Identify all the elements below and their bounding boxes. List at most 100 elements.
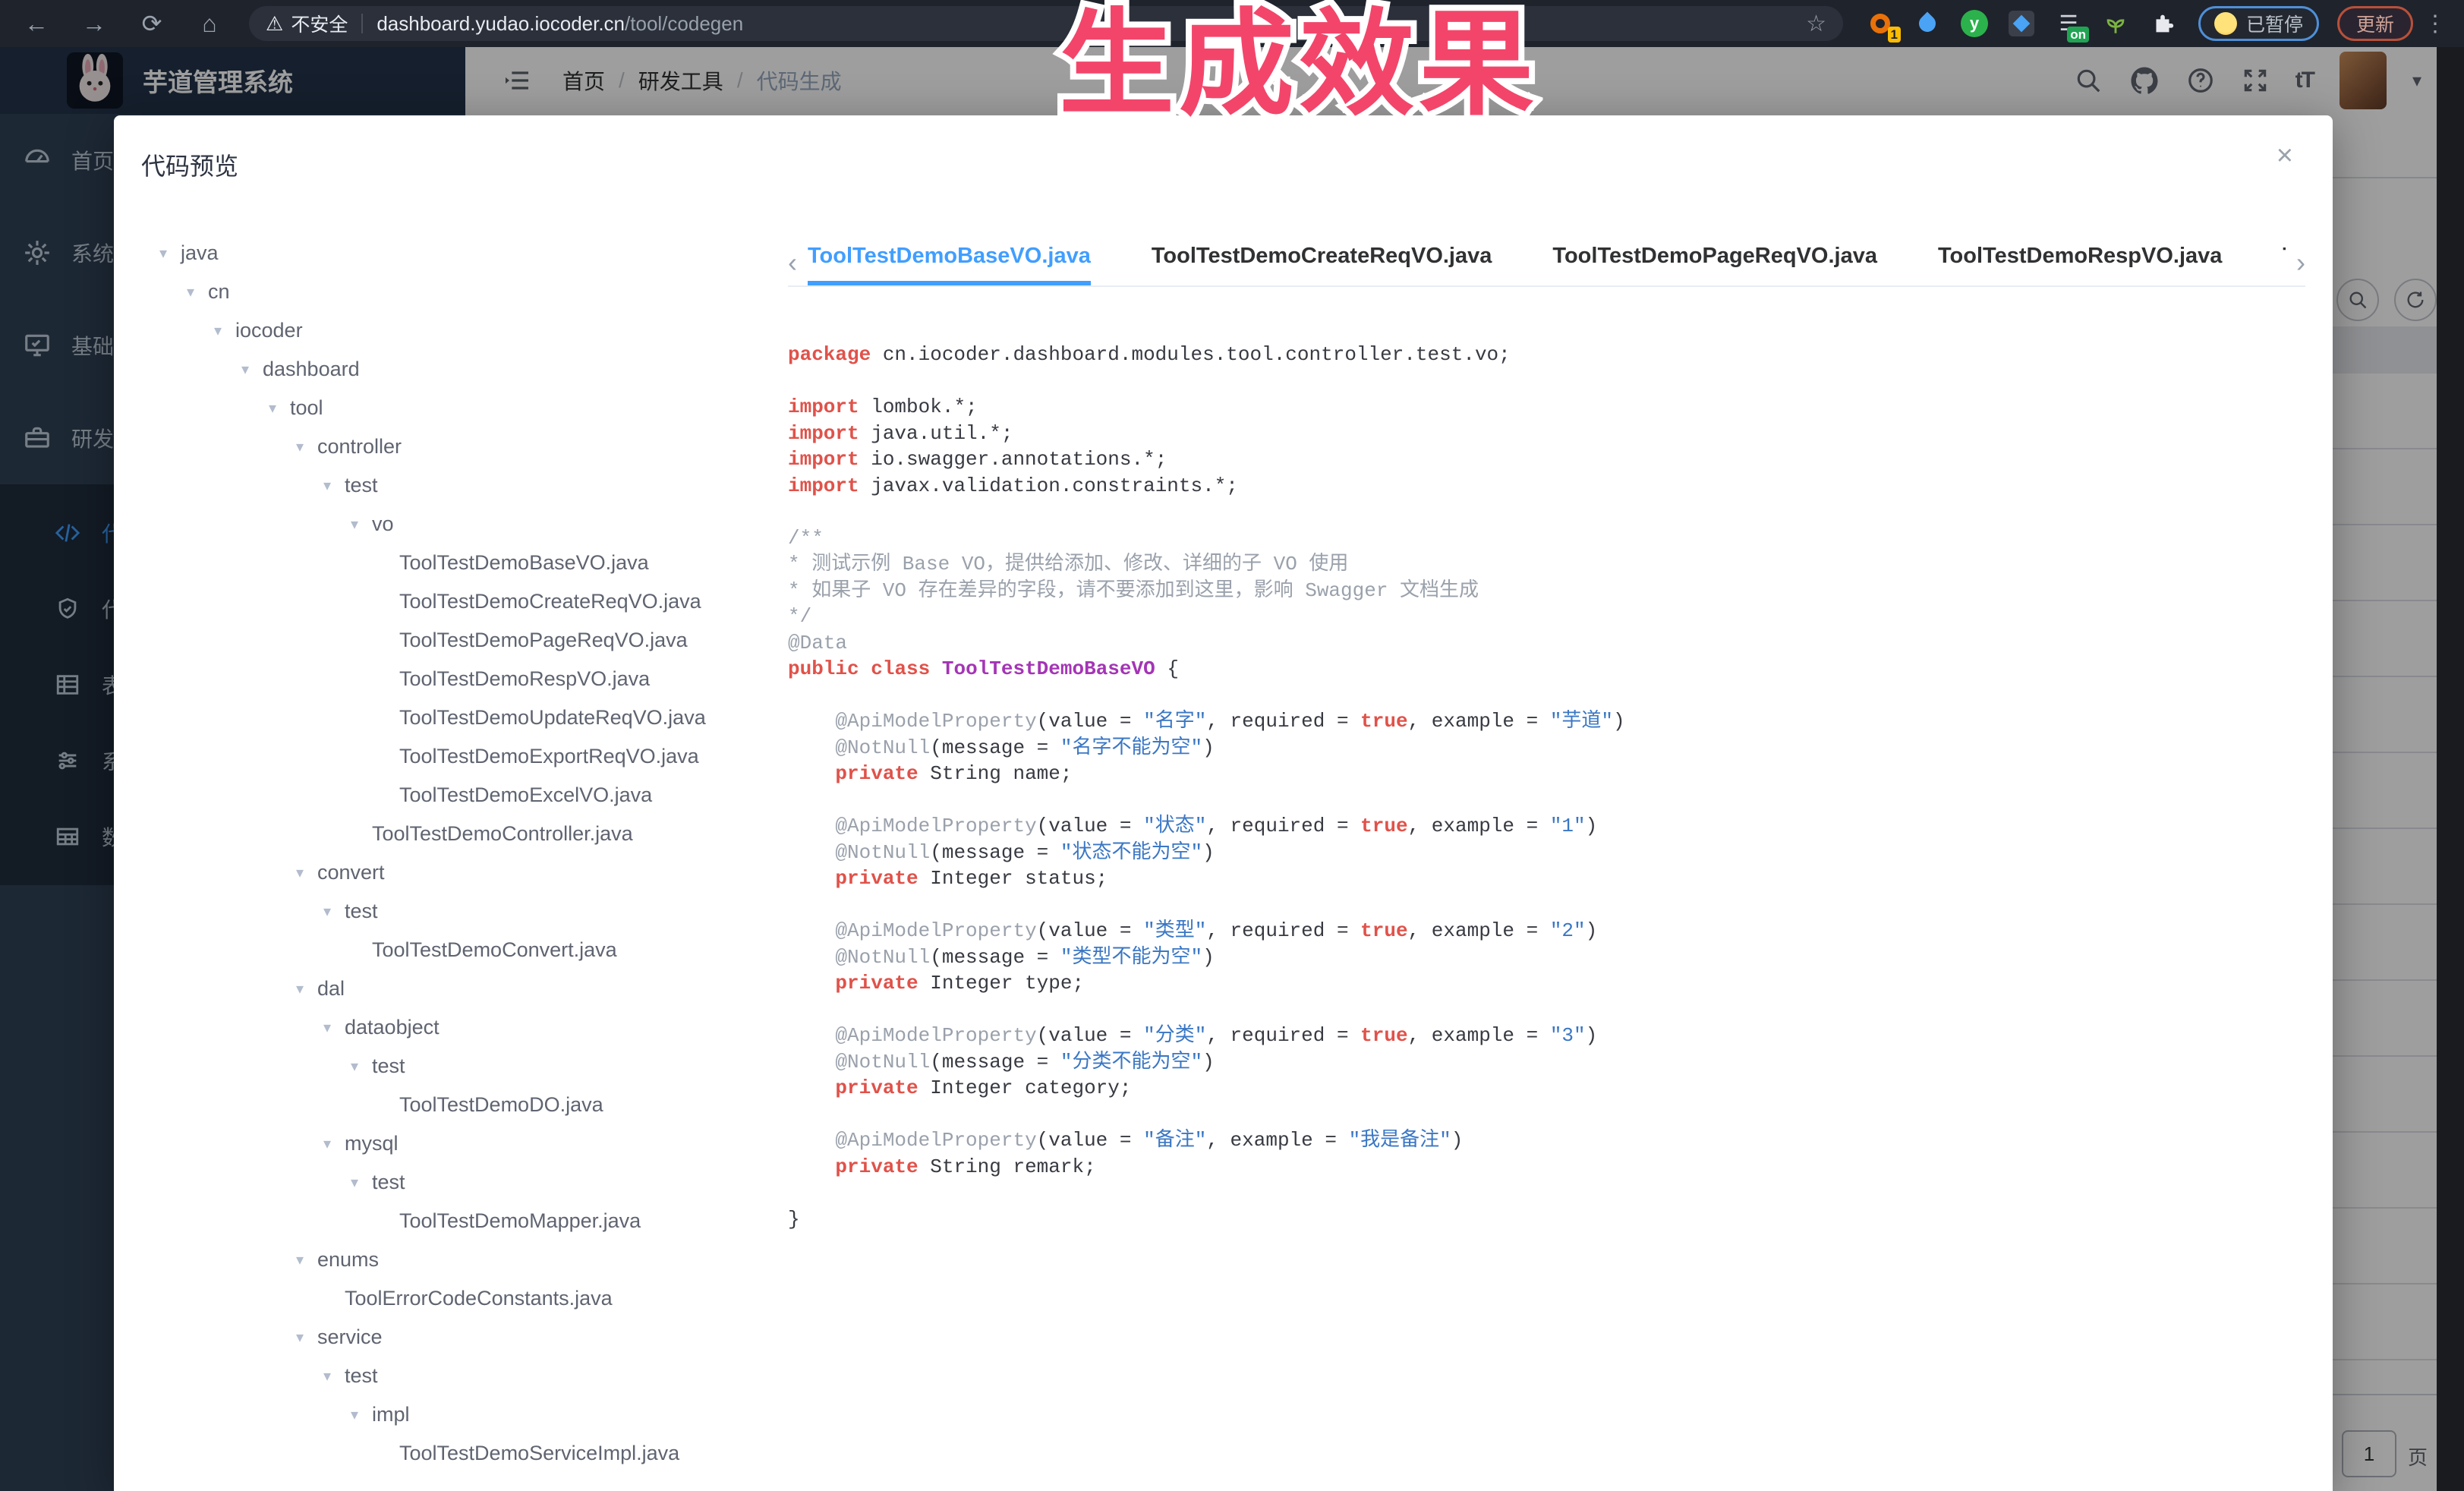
code-line: /** xyxy=(788,525,2305,552)
code-file-tab[interactable]: ToolTestDemoPageReqVO.java xyxy=(1552,244,1877,285)
extension-orange-ring-icon[interactable]: 1 xyxy=(1864,8,1896,39)
tree-folder[interactable]: ▾dashboard xyxy=(135,350,773,389)
code-line: import javax.validation.constraints.*; xyxy=(788,473,2305,500)
tree-expand-caret-icon: ▾ xyxy=(310,1366,345,1385)
tree-node-label: dataobject xyxy=(345,1016,440,1039)
tree-folder[interactable]: ▾mysql xyxy=(135,1124,773,1163)
tree-file[interactable]: ToolTestDemoExportReqVO.java xyxy=(135,737,773,776)
extension-sprout-icon[interactable] xyxy=(2100,8,2132,39)
tree-node-label: mysql xyxy=(345,1132,399,1155)
tree-folder[interactable]: ▾impl xyxy=(135,1395,773,1434)
code-line xyxy=(788,368,2305,395)
tree-node-label: enums xyxy=(317,1248,379,1272)
code-line xyxy=(788,997,2305,1023)
code-line: private String remark; xyxy=(788,1154,2305,1181)
extension-green-y-icon[interactable]: y xyxy=(1958,8,1990,39)
not-secure-label[interactable]: 不安全 xyxy=(291,10,348,37)
code-file-tab[interactable]: ToolTestDemoRespVO.java xyxy=(1938,244,2222,285)
extension-diamond-icon[interactable] xyxy=(2006,8,2037,39)
tree-expand-caret-icon: ▾ xyxy=(173,282,208,301)
tree-file[interactable]: ToolTestDemoBaseVO.java xyxy=(135,544,773,582)
close-icon[interactable]: × xyxy=(2277,141,2293,170)
url-bar[interactable]: ⚠ 不安全 dashboard.yudao.iocoder.cn /tool/c… xyxy=(249,6,1843,41)
tree-folder[interactable]: ▾dal xyxy=(135,969,773,1008)
file-tree: ▾java▾cn▾iocoder▾dashboard▾tool▾controll… xyxy=(135,234,773,1491)
tree-file[interactable]: ToolTestDemoController.java xyxy=(135,815,773,853)
code-line: @ApiModelProperty(value = "类型", required… xyxy=(788,918,2305,944)
tree-file[interactable]: ToolTestDemoServiceImpl.java xyxy=(135,1434,773,1473)
reload-icon[interactable]: ⟳ xyxy=(131,9,173,38)
code-line: * 如果子 VO 存在差异的字段，请不要添加到这里，影响 Swagger 文档生… xyxy=(788,578,2305,604)
paused-extension-button[interactable]: 已暂停 xyxy=(2198,6,2319,41)
code-file-tab[interactable]: ToolTestDemoCreateReqVO.java xyxy=(1152,244,1492,285)
browser-menu-icon[interactable]: ⋮ xyxy=(2424,11,2447,37)
tree-folder[interactable]: ▾tool xyxy=(135,389,773,427)
forward-icon[interactable]: → xyxy=(73,10,115,38)
tree-folder[interactable]: ▾service xyxy=(135,1318,773,1357)
extension-list-icon[interactable]: ☰ on xyxy=(2053,8,2084,39)
tree-node-label: ToolTestDemoPageReqVO.java xyxy=(399,629,688,652)
tree-node-label: ToolTestDemoRespVO.java xyxy=(399,667,650,691)
code-line: @NotNull(message = "分类不能为空") xyxy=(788,1049,2305,1076)
code-file-tab[interactable]: ToolTestDemoBaseVO.java xyxy=(808,244,1091,285)
tree-node-label: ToolTestDemoExportReqVO.java xyxy=(399,745,699,768)
bookmark-star-icon[interactable]: ☆ xyxy=(1806,11,1826,37)
tree-expand-caret-icon: ▾ xyxy=(337,1173,372,1192)
tree-expand-caret-icon: ▾ xyxy=(282,1250,317,1269)
tree-folder[interactable]: ▾dataobject xyxy=(135,1008,773,1047)
tree-folder[interactable]: ▾test xyxy=(135,1163,773,1202)
tree-folder[interactable]: ▾java xyxy=(135,234,773,273)
code-content: package cn.iocoder.dashboard.modules.too… xyxy=(788,342,2305,1232)
tree-folder[interactable]: ▾enums xyxy=(135,1240,773,1279)
code-line: @ApiModelProperty(value = "名字", required… xyxy=(788,708,2305,735)
tree-file[interactable]: ToolTestDemoDO.java xyxy=(135,1086,773,1124)
tree-folder[interactable]: ▾cn xyxy=(135,273,773,311)
back-icon[interactable]: ← xyxy=(15,10,58,38)
tree-folder[interactable]: ▾test xyxy=(135,892,773,931)
tree-file[interactable]: ToolTestDemoExcelVO.java xyxy=(135,776,773,815)
tree-node-label: service xyxy=(317,1326,383,1349)
tree-folder[interactable]: ▾iocoder xyxy=(135,311,773,350)
tree-folder[interactable]: ▾test xyxy=(135,466,773,505)
tree-node-label: ToolErrorCodeConstants.java xyxy=(345,1287,613,1310)
tree-node-label: impl xyxy=(372,1403,410,1426)
tree-file[interactable]: ToolTestDemoUpdateReqVO.java xyxy=(135,698,773,737)
extensions-puzzle-icon[interactable] xyxy=(2147,8,2179,39)
tree-file[interactable]: ToolTestDemoCreateReqVO.java xyxy=(135,582,773,621)
tree-file[interactable]: ToolTestDemoConvert.java xyxy=(135,931,773,969)
smiley-icon xyxy=(2214,12,2237,35)
tree-folder[interactable]: ▾test xyxy=(135,1357,773,1395)
tabs-scroll-left-icon[interactable]: ‹ xyxy=(788,249,808,285)
tree-node-label: tool xyxy=(290,396,323,420)
tree-file[interactable]: ToolTestDemoPageReqVO.java xyxy=(135,621,773,660)
url-path: /tool/codegen xyxy=(625,12,743,36)
dialog-title: 代码预览 xyxy=(141,147,238,182)
tree-file[interactable]: ToolTestDemoMapper.java xyxy=(135,1202,773,1240)
tree-folder[interactable]: ▾convert xyxy=(135,853,773,892)
tree-expand-caret-icon: ▾ xyxy=(337,515,372,534)
home-icon[interactable]: ⌂ xyxy=(188,10,231,38)
code-line xyxy=(788,499,2305,525)
tree-node-label: test xyxy=(345,474,378,497)
code-line xyxy=(788,682,2305,709)
code-line: import lombok.*; xyxy=(788,394,2305,421)
tree-file[interactable]: ToolTestDemoRespVO.java xyxy=(135,660,773,698)
tree-expand-caret-icon: ▾ xyxy=(282,1328,317,1347)
code-line: * 测试示例 Base VO，提供给添加、修改、详细的子 VO 使用 xyxy=(788,551,2305,578)
tabs-scroll-right-icon[interactable]: › xyxy=(2286,249,2305,285)
code-line: private Integer type; xyxy=(788,970,2305,997)
tree-expand-caret-icon: ▾ xyxy=(310,902,345,921)
chrome-update-button[interactable]: 更新 xyxy=(2337,6,2413,41)
extension-blue-drop-icon[interactable] xyxy=(1911,8,1943,39)
tree-folder[interactable]: ▾controller xyxy=(135,427,773,466)
tree-folder[interactable]: ▾vo xyxy=(135,505,773,544)
tree-folder[interactable]: ▾test xyxy=(135,1047,773,1086)
code-line xyxy=(788,1102,2305,1128)
code-line xyxy=(788,1180,2305,1206)
code-line: private String name; xyxy=(788,761,2305,787)
tree-node-label: ToolTestDemoUpdateReqVO.java xyxy=(399,706,706,730)
tree-expand-caret-icon: ▾ xyxy=(146,244,181,263)
tree-expand-caret-icon: ▾ xyxy=(310,476,345,495)
tree-node-label: ToolTestDemoExcelVO.java xyxy=(399,783,652,807)
tree-file[interactable]: ToolErrorCodeConstants.java xyxy=(135,1279,773,1318)
